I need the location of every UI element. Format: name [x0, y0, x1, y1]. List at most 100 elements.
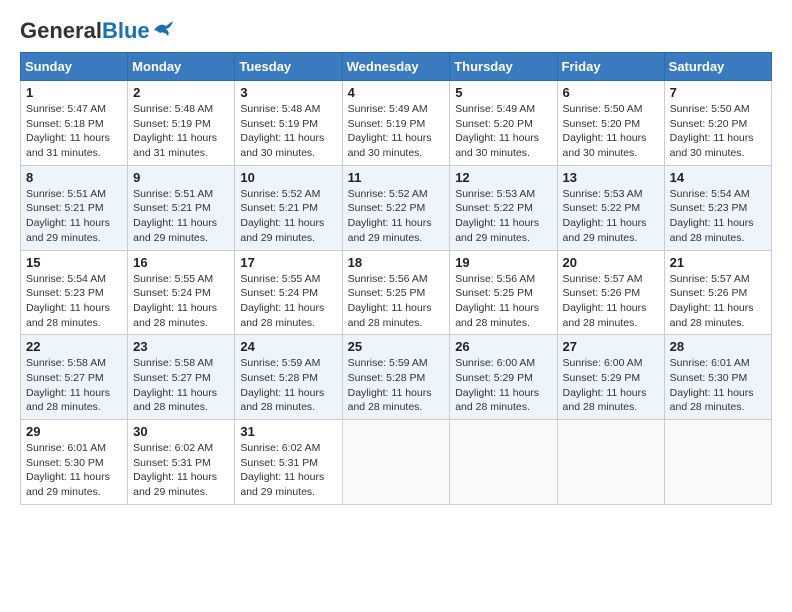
day-number: 24 [240, 339, 336, 354]
calendar-cell: 29 Sunrise: 6:01 AMSunset: 5:30 PMDayligh… [21, 420, 128, 505]
header-day-tuesday: Tuesday [235, 53, 342, 81]
calendar-cell: 10 Sunrise: 5:52 AMSunset: 5:21 PMDayligh… [235, 165, 342, 250]
day-number: 8 [26, 170, 122, 185]
day-number: 3 [240, 85, 336, 100]
calendar-week-row: 22 Sunrise: 5:58 AMSunset: 5:27 PMDayligh… [21, 335, 772, 420]
day-number: 10 [240, 170, 336, 185]
day-info: Sunrise: 5:52 AMSunset: 5:21 PMDaylight:… [240, 187, 336, 246]
day-info: Sunrise: 5:49 AMSunset: 5:19 PMDaylight:… [348, 102, 445, 161]
day-number: 31 [240, 424, 336, 439]
day-number: 15 [26, 255, 122, 270]
day-number: 25 [348, 339, 445, 354]
calendar-week-row: 1 Sunrise: 5:47 AMSunset: 5:18 PMDaylight… [21, 81, 772, 166]
day-info: Sunrise: 6:01 AMSunset: 5:30 PMDaylight:… [670, 356, 766, 415]
day-number: 30 [133, 424, 229, 439]
day-info: Sunrise: 5:54 AMSunset: 5:23 PMDaylight:… [26, 272, 122, 331]
day-info: Sunrise: 6:00 AMSunset: 5:29 PMDaylight:… [563, 356, 659, 415]
day-info: Sunrise: 5:51 AMSunset: 5:21 PMDaylight:… [133, 187, 229, 246]
calendar-cell [450, 420, 557, 505]
page-header: GeneralBlue [20, 20, 772, 42]
day-info: Sunrise: 5:55 AMSunset: 5:24 PMDaylight:… [133, 272, 229, 331]
calendar-header-row: SundayMondayTuesdayWednesdayThursdayFrid… [21, 53, 772, 81]
calendar-cell: 27 Sunrise: 6:00 AMSunset: 5:29 PMDayligh… [557, 335, 664, 420]
calendar-cell: 3 Sunrise: 5:48 AMSunset: 5:19 PMDaylight… [235, 81, 342, 166]
day-number: 5 [455, 85, 551, 100]
day-info: Sunrise: 5:49 AMSunset: 5:20 PMDaylight:… [455, 102, 551, 161]
day-info: Sunrise: 6:00 AMSunset: 5:29 PMDaylight:… [455, 356, 551, 415]
calendar-cell: 31 Sunrise: 6:02 AMSunset: 5:31 PMDayligh… [235, 420, 342, 505]
day-number: 16 [133, 255, 229, 270]
calendar-cell: 26 Sunrise: 6:00 AMSunset: 5:29 PMDayligh… [450, 335, 557, 420]
day-info: Sunrise: 5:50 AMSunset: 5:20 PMDaylight:… [670, 102, 766, 161]
day-info: Sunrise: 6:02 AMSunset: 5:31 PMDaylight:… [240, 441, 336, 500]
calendar-cell: 1 Sunrise: 5:47 AMSunset: 5:18 PMDaylight… [21, 81, 128, 166]
day-info: Sunrise: 5:59 AMSunset: 5:28 PMDaylight:… [240, 356, 336, 415]
day-info: Sunrise: 5:48 AMSunset: 5:19 PMDaylight:… [240, 102, 336, 161]
day-info: Sunrise: 5:53 AMSunset: 5:22 PMDaylight:… [455, 187, 551, 246]
logo: GeneralBlue [20, 20, 174, 42]
day-info: Sunrise: 5:57 AMSunset: 5:26 PMDaylight:… [563, 272, 659, 331]
day-number: 27 [563, 339, 659, 354]
day-number: 22 [26, 339, 122, 354]
day-info: Sunrise: 5:50 AMSunset: 5:20 PMDaylight:… [563, 102, 659, 161]
header-day-wednesday: Wednesday [342, 53, 450, 81]
header-day-monday: Monday [128, 53, 235, 81]
day-info: Sunrise: 5:56 AMSunset: 5:25 PMDaylight:… [455, 272, 551, 331]
calendar-cell: 19 Sunrise: 5:56 AMSunset: 5:25 PMDayligh… [450, 250, 557, 335]
day-number: 19 [455, 255, 551, 270]
calendar-cell: 23 Sunrise: 5:58 AMSunset: 5:27 PMDayligh… [128, 335, 235, 420]
day-number: 13 [563, 170, 659, 185]
day-number: 26 [455, 339, 551, 354]
day-info: Sunrise: 5:47 AMSunset: 5:18 PMDaylight:… [26, 102, 122, 161]
day-info: Sunrise: 5:53 AMSunset: 5:22 PMDaylight:… [563, 187, 659, 246]
day-info: Sunrise: 5:57 AMSunset: 5:26 PMDaylight:… [670, 272, 766, 331]
calendar-cell: 16 Sunrise: 5:55 AMSunset: 5:24 PMDayligh… [128, 250, 235, 335]
day-number: 21 [670, 255, 766, 270]
day-info: Sunrise: 5:55 AMSunset: 5:24 PMDaylight:… [240, 272, 336, 331]
calendar-cell [557, 420, 664, 505]
day-number: 28 [670, 339, 766, 354]
day-info: Sunrise: 5:54 AMSunset: 5:23 PMDaylight:… [670, 187, 766, 246]
calendar-cell: 17Sunrise: 5:55 AMSunset: 5:24 PMDayligh… [235, 250, 342, 335]
calendar-cell: 6Sunrise: 5:50 AMSunset: 5:20 PMDaylight… [557, 81, 664, 166]
calendar-cell: 15 Sunrise: 5:54 AMSunset: 5:23 PMDayligh… [21, 250, 128, 335]
day-number: 20 [563, 255, 659, 270]
day-number: 2 [133, 85, 229, 100]
day-info: Sunrise: 5:58 AMSunset: 5:27 PMDaylight:… [26, 356, 122, 415]
calendar-table: SundayMondayTuesdayWednesdayThursdayFrid… [20, 52, 772, 505]
day-number: 14 [670, 170, 766, 185]
calendar-cell: 9 Sunrise: 5:51 AMSunset: 5:21 PMDaylight… [128, 165, 235, 250]
calendar-cell: 5 Sunrise: 5:49 AMSunset: 5:20 PMDaylight… [450, 81, 557, 166]
calendar-cell: 8Sunrise: 5:51 AMSunset: 5:21 PMDaylight… [21, 165, 128, 250]
calendar-cell [342, 420, 450, 505]
logo-text: GeneralBlue [20, 20, 150, 42]
calendar-cell: 11Sunrise: 5:52 AMSunset: 5:22 PMDayligh… [342, 165, 450, 250]
day-number: 4 [348, 85, 445, 100]
day-number: 1 [26, 85, 122, 100]
calendar-week-row: 15 Sunrise: 5:54 AMSunset: 5:23 PMDayligh… [21, 250, 772, 335]
day-info: Sunrise: 6:01 AMSunset: 5:30 PMDaylight:… [26, 441, 122, 500]
header-day-friday: Friday [557, 53, 664, 81]
calendar-cell: 2 Sunrise: 5:48 AMSunset: 5:19 PMDaylight… [128, 81, 235, 166]
calendar-cell: 7 Sunrise: 5:50 AMSunset: 5:20 PMDaylight… [664, 81, 771, 166]
calendar-cell [664, 420, 771, 505]
calendar-cell: 30Sunrise: 6:02 AMSunset: 5:31 PMDayligh… [128, 420, 235, 505]
header-day-saturday: Saturday [664, 53, 771, 81]
day-info: Sunrise: 5:48 AMSunset: 5:19 PMDaylight:… [133, 102, 229, 161]
day-number: 12 [455, 170, 551, 185]
calendar-cell: 12 Sunrise: 5:53 AMSunset: 5:22 PMDayligh… [450, 165, 557, 250]
day-number: 7 [670, 85, 766, 100]
calendar-cell: 18Sunrise: 5:56 AMSunset: 5:25 PMDayligh… [342, 250, 450, 335]
day-number: 23 [133, 339, 229, 354]
calendar-week-row: 29 Sunrise: 6:01 AMSunset: 5:30 PMDayligh… [21, 420, 772, 505]
calendar-body: 1 Sunrise: 5:47 AMSunset: 5:18 PMDaylight… [21, 81, 772, 505]
calendar-cell: 4 Sunrise: 5:49 AMSunset: 5:19 PMDaylight… [342, 81, 450, 166]
header-day-thursday: Thursday [450, 53, 557, 81]
logo-bird-icon [152, 20, 174, 38]
day-number: 9 [133, 170, 229, 185]
calendar-cell: 24 Sunrise: 5:59 AMSunset: 5:28 PMDayligh… [235, 335, 342, 420]
day-number: 29 [26, 424, 122, 439]
calendar-cell: 28 Sunrise: 6:01 AMSunset: 5:30 PMDayligh… [664, 335, 771, 420]
day-info: Sunrise: 5:58 AMSunset: 5:27 PMDaylight:… [133, 356, 229, 415]
day-number: 11 [348, 170, 445, 185]
